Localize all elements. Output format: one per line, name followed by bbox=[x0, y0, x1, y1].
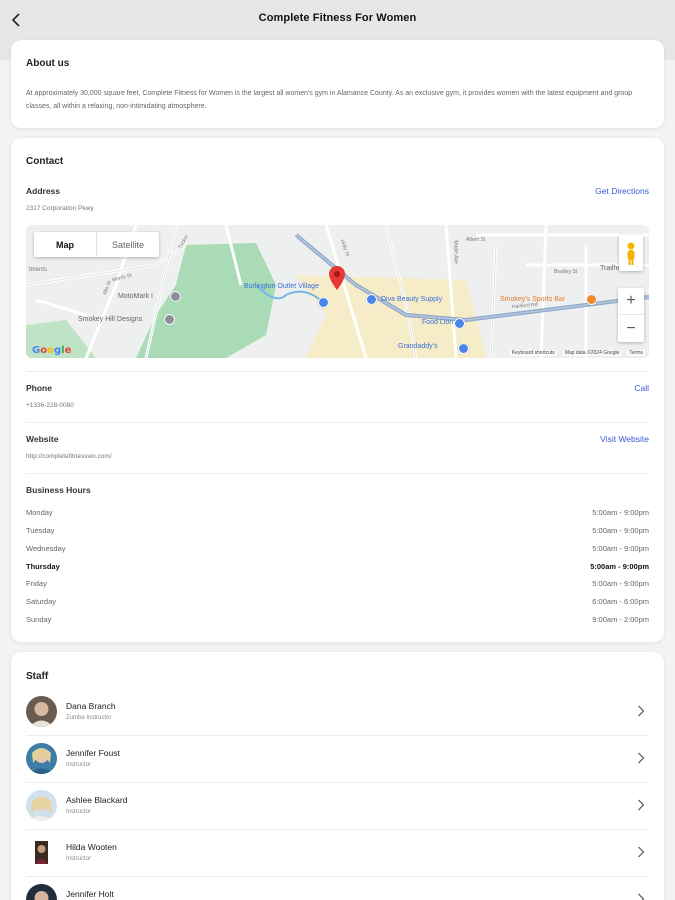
hours-day: Sunday bbox=[26, 615, 52, 624]
zoom-in-button[interactable]: + bbox=[618, 288, 644, 315]
divider bbox=[26, 422, 649, 423]
hours-row: Saturday 6:00am - 6:00pm bbox=[26, 597, 649, 611]
avatar bbox=[26, 743, 57, 774]
shopping-bag-icon bbox=[366, 294, 377, 305]
poi-outlet-village[interactable]: Burlington Outlet Village bbox=[244, 283, 319, 290]
hours-row-today: Thursday 5:00am - 9:00pm bbox=[26, 562, 649, 576]
address-label: Address bbox=[26, 186, 61, 196]
visit-website-link[interactable]: Visit Website bbox=[600, 434, 649, 444]
map-view[interactable]: Tucker Maple Ave Hanford Rd Bradley St A… bbox=[26, 225, 649, 358]
hours-row: Monday 5:00am - 9:00pm bbox=[26, 508, 649, 522]
call-link[interactable]: Call bbox=[634, 383, 649, 393]
about-card: About us At approximately 30,000 square … bbox=[11, 40, 664, 128]
cart-icon bbox=[454, 318, 465, 329]
staff-card: Staff Dana Branch Zumba Instructor Jenni… bbox=[11, 652, 664, 900]
chevron-right-icon bbox=[638, 893, 645, 900]
terms-link[interactable]: Terms bbox=[627, 350, 645, 356]
hours-time: 5:00am - 9:00pm bbox=[592, 508, 649, 517]
staff-title: Staff bbox=[26, 671, 49, 682]
staff-name: Jennifer Foust bbox=[66, 748, 120, 758]
staff-name: Hilda Wooten bbox=[66, 842, 117, 852]
staff-name: Jennifer Holt bbox=[66, 889, 114, 899]
hours-row: Wednesday 5:00am - 9:00pm bbox=[26, 544, 649, 558]
street-label: Bradley St bbox=[554, 269, 578, 275]
map-type-satellite-button[interactable]: Satellite bbox=[96, 232, 159, 257]
chevron-right-icon bbox=[638, 799, 645, 811]
hours-time: 6:00am - 6:00pm bbox=[592, 597, 649, 606]
hours-time: 5:00am - 9:00pm bbox=[592, 526, 649, 535]
divider bbox=[26, 371, 649, 372]
about-text: At approximately 30,000 square feet, Com… bbox=[26, 90, 633, 110]
hours-time: 5:00am - 9:00pm bbox=[590, 562, 649, 571]
street-label: tments bbox=[29, 267, 48, 273]
chevron-right-icon bbox=[638, 752, 645, 764]
hours-time: 5:00am - 9:00pm bbox=[592, 544, 649, 553]
hours-day: Wednesday bbox=[26, 544, 66, 553]
hours-row: Tuesday 5:00am - 9:00pm bbox=[26, 526, 649, 540]
chevron-right-icon bbox=[638, 705, 645, 717]
website-value: http://completefitnesswo.com/ bbox=[26, 453, 112, 460]
avatar bbox=[26, 837, 57, 868]
street-view-pegman[interactable] bbox=[619, 235, 643, 271]
phone-label: Phone bbox=[26, 383, 52, 393]
staff-role: Instructor bbox=[66, 856, 92, 862]
poi-marker-icon bbox=[164, 314, 175, 325]
hours-day: Friday bbox=[26, 579, 47, 588]
divider bbox=[26, 473, 649, 474]
poi-smokey-hill[interactable]: Smokey Hill Designs bbox=[78, 316, 142, 323]
avatar bbox=[26, 696, 57, 727]
staff-item[interactable]: Jennifer Holt bbox=[26, 877, 649, 900]
staff-role: Instructor bbox=[66, 809, 92, 815]
contact-card: Contact Address Get Directions 2317 Corp… bbox=[11, 138, 664, 642]
hours-row: Friday 5:00am - 9:00pm bbox=[26, 579, 649, 593]
business-hours-label: Business Hours bbox=[26, 485, 91, 495]
contact-title: Contact bbox=[26, 156, 64, 167]
page-title: Complete Fitness For Women bbox=[258, 12, 417, 24]
pegman-icon bbox=[627, 242, 635, 265]
poi-smokeys-bar[interactable]: Smokey's Sports Bar bbox=[500, 296, 565, 303]
hours-day: Tuesday bbox=[26, 526, 55, 535]
staff-name: Dana Branch bbox=[66, 701, 116, 711]
staff-item[interactable]: Dana Branch Zumba Instructor bbox=[26, 689, 649, 736]
avatar bbox=[26, 790, 57, 821]
staff-role: Instructor bbox=[66, 762, 92, 768]
shopping-bag-icon bbox=[458, 343, 469, 354]
keyboard-shortcuts-link[interactable]: Keyboard shortcuts bbox=[509, 350, 557, 356]
staff-item[interactable]: Hilda Wooten Instructor bbox=[26, 830, 649, 877]
staff-item[interactable]: Ashlee Blackard Instructor bbox=[26, 783, 649, 830]
staff-item[interactable]: Jennifer Foust Instructor bbox=[26, 736, 649, 783]
hours-time: 5:00am - 9:00pm bbox=[592, 579, 649, 588]
shopping-bag-icon bbox=[318, 297, 329, 308]
about-title: About us bbox=[26, 58, 70, 69]
location-pin-icon[interactable] bbox=[329, 266, 345, 290]
poi-diva-beauty[interactable]: Diva Beauty Supply bbox=[381, 296, 442, 303]
map-type-toggle: Map Satellite bbox=[34, 232, 159, 257]
street-label: Maple Ave bbox=[452, 240, 459, 264]
hours-row: Sunday 9:00am - 2:00pm bbox=[26, 615, 649, 629]
map-attribution: Keyboard shortcuts Map data ©2024 Google… bbox=[509, 350, 645, 356]
zoom-out-button[interactable]: − bbox=[618, 315, 644, 342]
restaurant-icon bbox=[586, 294, 597, 305]
hours-time: 9:00am - 2:00pm bbox=[592, 615, 649, 624]
staff-name: Ashlee Blackard bbox=[66, 795, 128, 805]
poi-grandaddys[interactable]: Grandaddy's bbox=[398, 343, 437, 350]
website-label: Website bbox=[26, 434, 59, 444]
staff-role: Zumba Instructor bbox=[66, 715, 112, 721]
hours-day: Thursday bbox=[26, 562, 60, 571]
hours-day: Saturday bbox=[26, 597, 57, 606]
phone-value: +1336-228-0080 bbox=[26, 402, 74, 409]
map-data-text: Map data ©2024 Google bbox=[562, 350, 622, 356]
get-directions-link[interactable]: Get Directions bbox=[595, 186, 649, 196]
poi-marker-icon bbox=[170, 291, 181, 302]
address-value: 2317 Corporation Pkwy bbox=[26, 205, 94, 212]
zoom-control: + − bbox=[618, 288, 644, 342]
street-label: Albert St bbox=[466, 237, 486, 243]
hours-day: Monday bbox=[26, 508, 53, 517]
poi-food-lion[interactable]: Food Lion bbox=[422, 319, 453, 326]
poi-motomark[interactable]: MotoMark I bbox=[118, 293, 153, 300]
chevron-right-icon bbox=[638, 846, 645, 858]
avatar bbox=[26, 884, 57, 900]
google-logo: Google bbox=[32, 345, 72, 356]
map-type-map-button[interactable]: Map bbox=[34, 232, 96, 257]
